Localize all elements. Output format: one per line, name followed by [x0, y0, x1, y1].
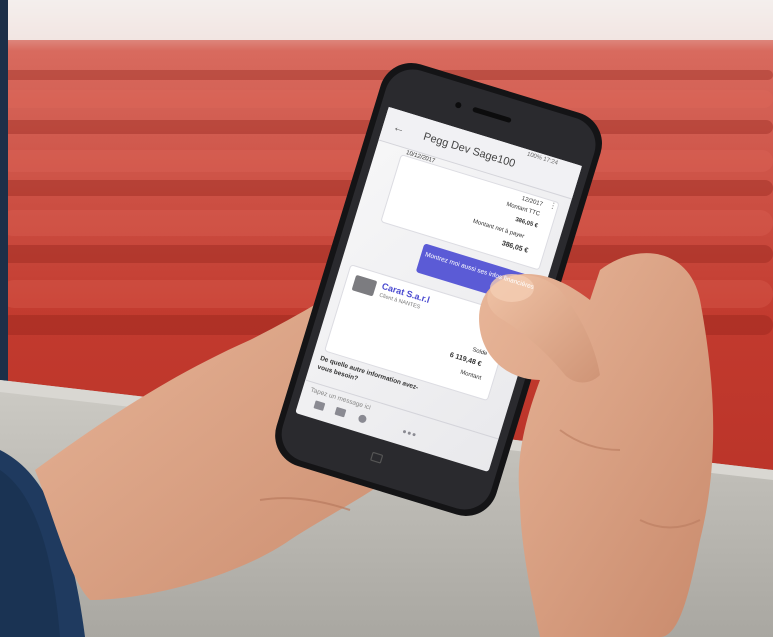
photo-background [0, 0, 773, 637]
photo-scene [0, 0, 773, 637]
